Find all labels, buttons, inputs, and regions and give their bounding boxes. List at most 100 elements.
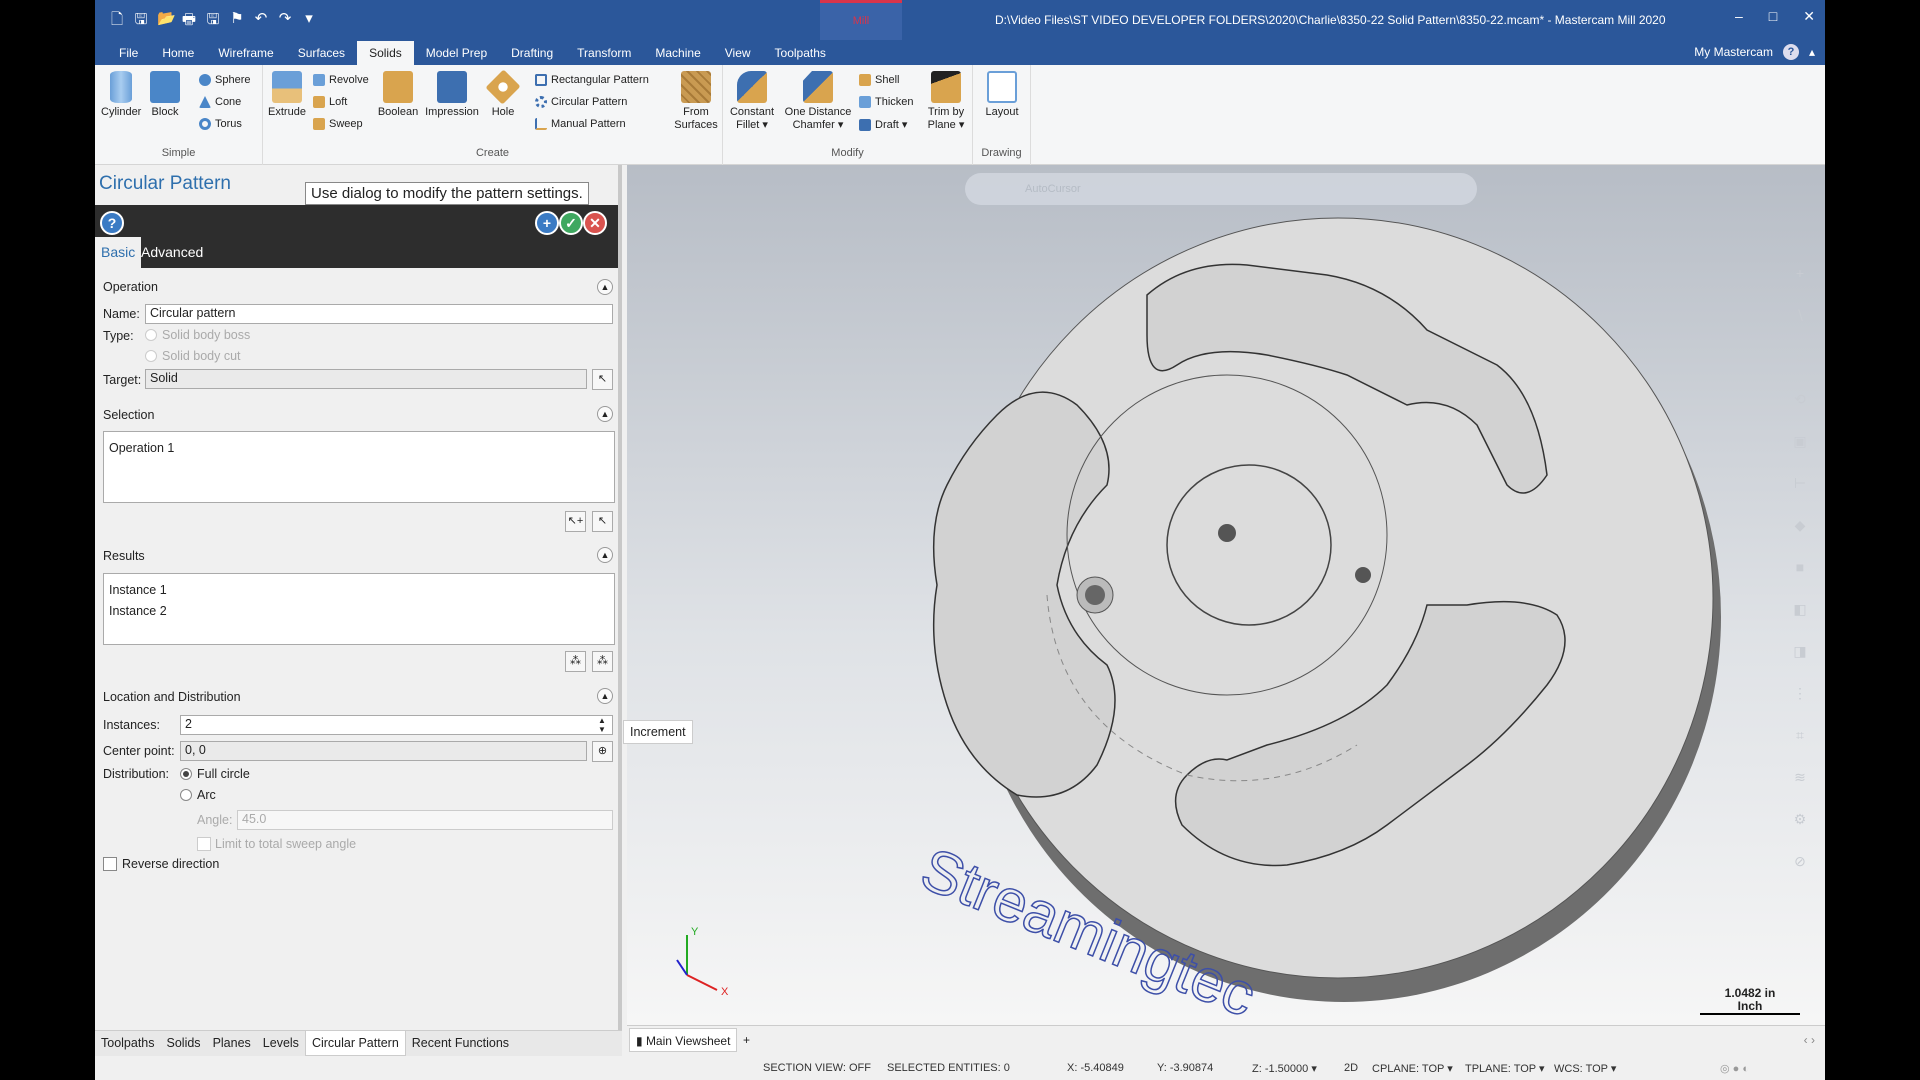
tab-transform[interactable]: Transform (565, 41, 643, 65)
viewsheet-scroll-arrows[interactable]: ‹ › (1804, 1033, 1815, 1047)
close-button[interactable]: ✕ (1803, 8, 1815, 25)
reverse-direction-checkbox[interactable] (103, 857, 117, 871)
maximize-button[interactable]: □ (1769, 8, 1777, 25)
from-surfaces-button[interactable]: From Surfaces (673, 71, 719, 132)
loft-button[interactable]: Loft (313, 96, 347, 108)
tab-drafting[interactable]: Drafting (499, 41, 565, 65)
collapse-icon[interactable]: ▲ (597, 279, 613, 295)
undo-icon[interactable]: ↶ (253, 9, 269, 34)
revolve-button[interactable]: Revolve (313, 74, 369, 86)
reselect-button[interactable]: ↖ (592, 511, 613, 532)
select-point-crosshair-icon[interactable]: ⊕ (592, 741, 613, 762)
sphere-button[interactable]: Sphere (199, 74, 250, 86)
panel-tab-planes[interactable]: Planes (207, 1031, 257, 1056)
tab-solids[interactable]: Solids (357, 41, 414, 65)
manual-pattern-button[interactable]: Manual Pattern (535, 118, 626, 130)
save-as-icon[interactable]: 🖫 (205, 9, 221, 34)
save-icon[interactable]: 🖫 (133, 9, 149, 34)
cone-button[interactable]: Cone (199, 96, 241, 108)
print-icon[interactable]: 🖶 (181, 9, 197, 34)
shading-icons[interactable]: ◎ ● ◐ (1720, 1062, 1749, 1075)
target-input[interactable]: Solid (145, 369, 587, 389)
restore-instance-button[interactable]: ⁂ (592, 651, 613, 672)
draft-button[interactable]: Draft ▾ (859, 118, 907, 131)
constant-fillet-button[interactable]: Constant Fillet ▾ (727, 71, 777, 132)
settings-icon[interactable]: ⚙ (1789, 811, 1811, 833)
tab-machine[interactable]: Machine (643, 41, 712, 65)
open-icon[interactable]: 📂 (157, 9, 176, 34)
panel-tab-toolpaths[interactable]: Toolpaths (95, 1031, 161, 1056)
z-depth-dropdown[interactable]: Z: -1.50000 ▾ (1252, 1062, 1317, 1075)
my-mastercam-link[interactable]: My Mastercam (1694, 45, 1773, 59)
solid-body-boss-radio[interactable] (145, 329, 157, 341)
layers-icon[interactable]: ≋ (1789, 769, 1811, 791)
instances-spinner[interactable]: ▲ ▼ (598, 716, 606, 734)
fit-icon[interactable]: ○ (1789, 349, 1811, 371)
view-icon[interactable]: ▣ (1789, 433, 1811, 455)
tab-surfaces[interactable]: Surfaces (286, 41, 357, 65)
zoom-out-icon[interactable]: ∖ (1789, 307, 1811, 329)
tab-home[interactable]: Home (150, 41, 206, 65)
2d-3d-toggle[interactable]: 2D (1344, 1062, 1358, 1074)
angle-input[interactable]: 45.0 (237, 810, 613, 830)
results-list[interactable]: Instance 1 Instance 2 (103, 573, 615, 645)
torus-button[interactable]: Torus (199, 118, 242, 130)
tab-advanced[interactable]: Advanced (135, 237, 209, 268)
clear-icon[interactable]: ⊘ (1789, 853, 1811, 875)
boolean-button[interactable]: Boolean (375, 71, 421, 119)
name-input[interactable]: Circular pattern (145, 304, 613, 324)
wcs-dropdown[interactable]: WCS: TOP ▾ (1554, 1062, 1616, 1075)
instances-input[interactable]: 2 (180, 715, 613, 735)
impression-button[interactable]: Impression (423, 71, 481, 119)
arc-radio[interactable] (180, 789, 192, 801)
panel-tab-recent-functions[interactable]: Recent Functions (406, 1031, 515, 1056)
trim-by-plane-button[interactable]: Trim by Plane ▾ (923, 71, 969, 132)
list-item[interactable]: Instance 2 (109, 601, 609, 622)
autocursor-dropdown[interactable]: AutoCursor (1025, 183, 1081, 195)
rotate-icon[interactable]: ⟲ (1789, 391, 1811, 413)
cube-icon[interactable]: ■ (1789, 559, 1811, 581)
selection-list[interactable]: Operation 1 (103, 431, 615, 503)
collapse-icon[interactable]: ▲ (597, 406, 613, 422)
chamfer-button[interactable]: One Distance Chamfer ▾ (781, 71, 855, 132)
redo-icon[interactable]: ↷ (277, 9, 293, 34)
ok-and-create-new-icon[interactable]: + (535, 211, 559, 235)
plane-icon[interactable]: ◧ (1789, 601, 1811, 623)
solid-body-cut-radio[interactable] (145, 350, 157, 362)
tab-model-prep[interactable]: Model Prep (414, 41, 499, 65)
cplane-dropdown[interactable]: CPLANE: TOP ▾ (1372, 1062, 1453, 1075)
circular-pattern-button[interactable]: Circular Pattern (535, 96, 627, 108)
cylinder-button[interactable]: Cylinder (101, 71, 141, 119)
graphics-viewport[interactable]: YX Streamingtec AutoCursor + ∖ ○ ⟲ ▣ ⊢ ◆ ■ ◧ ◨ ⋮ ⌗ ≋… (627, 165, 1825, 1025)
thicken-button[interactable]: Thicken (859, 96, 914, 108)
new-file-icon[interactable]: 🗋 (109, 9, 125, 34)
panel-tab-solids[interactable]: Solids (161, 1031, 207, 1056)
section-view-status[interactable]: SECTION VIEW: OFF (763, 1062, 871, 1074)
help-icon[interactable]: ? (1782, 44, 1799, 60)
block-button[interactable]: Block (147, 71, 183, 119)
list-item[interactable]: Operation 1 (109, 438, 609, 459)
rectangular-pattern-button[interactable]: Rectangular Pattern (535, 74, 649, 86)
snap-icon[interactable]: ⌗ (1789, 727, 1811, 749)
list-item[interactable]: Instance 1 (109, 580, 609, 601)
remove-instance-button[interactable]: ⁂ (565, 651, 586, 672)
add-selection-button[interactable]: ↖+ (565, 511, 586, 532)
minimize-button[interactable]: – (1735, 8, 1743, 25)
tplane-dropdown[interactable]: TPLANE: TOP ▾ (1465, 1062, 1545, 1075)
cancel-icon[interactable]: ✕ (583, 211, 607, 235)
panel-tab-circular-pattern[interactable]: Circular Pattern (304, 1031, 406, 1056)
help-icon[interactable]: ? (100, 211, 124, 235)
full-circle-radio[interactable] (180, 768, 192, 780)
zoom-in-icon[interactable]: + (1789, 265, 1811, 287)
grid-icon[interactable]: ⋮ (1789, 685, 1811, 707)
shell-button[interactable]: Shell (859, 74, 899, 86)
collapse-icon[interactable]: ▲ (597, 547, 613, 563)
collapse-icon[interactable]: ▲ (597, 688, 613, 704)
measure-icon[interactable]: ⊢ (1789, 475, 1811, 497)
bookmark-icon[interactable]: ⚑ (229, 9, 245, 34)
hole-button[interactable]: Hole (485, 69, 521, 119)
layout-button[interactable]: Layout (979, 71, 1025, 119)
main-viewsheet-tab[interactable]: ▮ Main Viewsheet (629, 1028, 738, 1052)
collapse-ribbon-icon[interactable]: ▴ (1809, 45, 1815, 59)
tab-toolpaths[interactable]: Toolpaths (763, 41, 838, 65)
